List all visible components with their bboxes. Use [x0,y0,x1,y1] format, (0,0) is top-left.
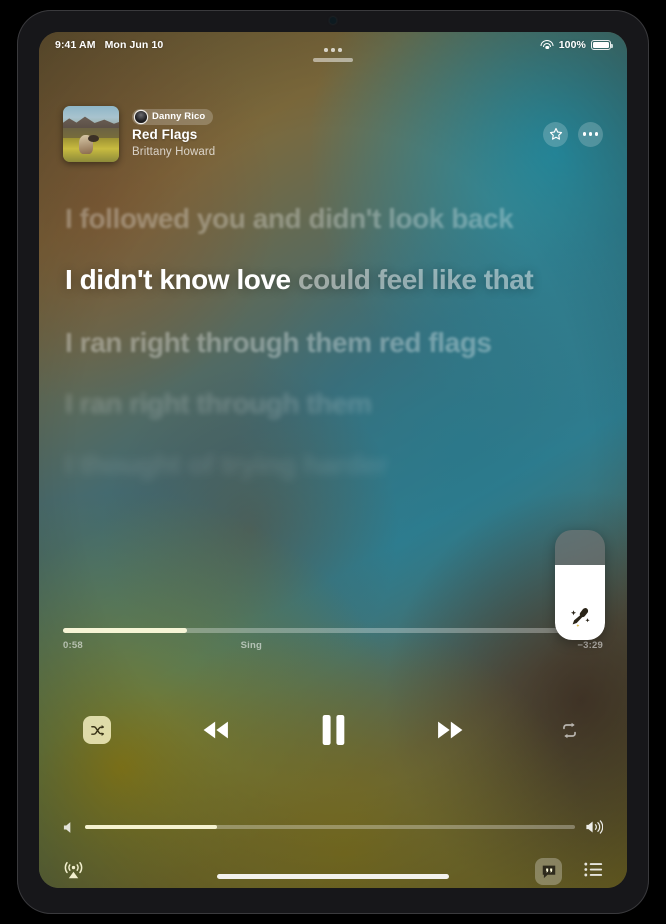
lyric-line[interactable]: I followed you and didn't look back [65,202,601,235]
queue-list-icon [584,862,603,876]
speaker-high-icon [586,820,603,834]
now-playing-text: Danny Rico Red Flags Brittany Howard [132,108,216,160]
pause-icon [322,714,344,746]
repeat-icon [562,722,576,738]
airplay-button[interactable] [63,859,84,885]
ipad-screen: 9:41 AM Mon Jun 10 100% Danny Rico Red F… [39,32,627,888]
multitasking-dots-icon[interactable] [324,48,342,52]
airplay-icon [64,861,83,878]
battery-percent-label: 100% [558,39,586,51]
multitasking-control[interactable] [313,48,353,63]
bottom-toolbar-right [535,858,603,885]
playback-progress[interactable]: 0:58 Sing −3:29 [39,628,627,651]
volume-fill [85,824,218,830]
elapsed-time: 0:58 [63,640,83,651]
battery-icon [591,39,613,51]
lyric-line[interactable]: I ran right through them red flags [65,326,601,359]
home-indicator[interactable] [217,874,449,879]
queue-button[interactable] [584,862,603,882]
remaining-time: −3:29 [577,640,603,651]
fast-forward-icon [438,721,463,739]
more-ellipsis-icon [583,132,598,136]
progress-scrubber[interactable] [63,628,603,633]
dj-avatar [135,110,147,123]
now-playing-actions [543,121,603,147]
star-icon [549,127,562,140]
star-button[interactable] [543,121,568,147]
speaker-low-icon [63,821,71,833]
pause-button[interactable] [321,714,346,746]
status-bar-left: 9:41 AM Mon Jun 10 [55,39,163,51]
dj-name-label: Danny Rico [152,111,206,123]
wifi-icon [540,40,554,50]
grabber-handle[interactable] [313,57,353,63]
progress-fill [63,628,188,633]
lyrics-toggle-button[interactable] [535,858,562,885]
shuffle-icon [90,724,104,736]
album-artwork[interactable] [63,106,119,162]
microphone-sparkle-icon [555,602,605,630]
fast-forward-button[interactable] [433,717,467,743]
transport-controls [39,714,627,746]
sing-volume-slider[interactable] [555,530,605,640]
volume-slider[interactable] [85,824,575,830]
lyric-line[interactable]: I thought of trying harder [65,448,601,481]
progress-labels: 0:58 Sing −3:29 [63,640,603,651]
lyrics-panel[interactable]: I followed you and didn't look back I di… [39,202,627,632]
repeat-button[interactable] [555,716,583,744]
volume-control[interactable] [39,820,627,834]
status-time: 9:41 AM [55,39,96,51]
song-title: Red Flags [132,126,198,142]
rewind-icon [203,721,228,739]
artwork-hat [87,134,99,142]
lyric-sung-part: I didn't know love [65,264,299,296]
lyric-line-active[interactable]: I didn't know love could feel like that [65,263,601,296]
shuffle-button[interactable] [83,716,111,744]
ipad-device: 9:41 AM Mon Jun 10 100% Danny Rico Red F… [0,0,666,924]
status-date: Mon Jun 10 [104,39,164,51]
lyric-unsung-part: could feel like that [298,264,534,296]
now-playing-header: Danny Rico Red Flags Brittany Howard [39,106,627,162]
bottom-toolbar [39,858,627,885]
song-artist: Brittany Howard [132,145,216,158]
dj-badge[interactable]: Danny Rico [132,108,214,125]
front-camera [329,17,337,24]
more-options-button[interactable] [578,121,603,147]
rewind-button[interactable] [199,717,233,743]
status-bar-right: 100% [540,39,613,51]
lyric-line[interactable]: I ran right through them [65,387,601,420]
playback-mode-label[interactable]: Sing [241,640,262,651]
lyrics-quote-icon [542,865,555,878]
